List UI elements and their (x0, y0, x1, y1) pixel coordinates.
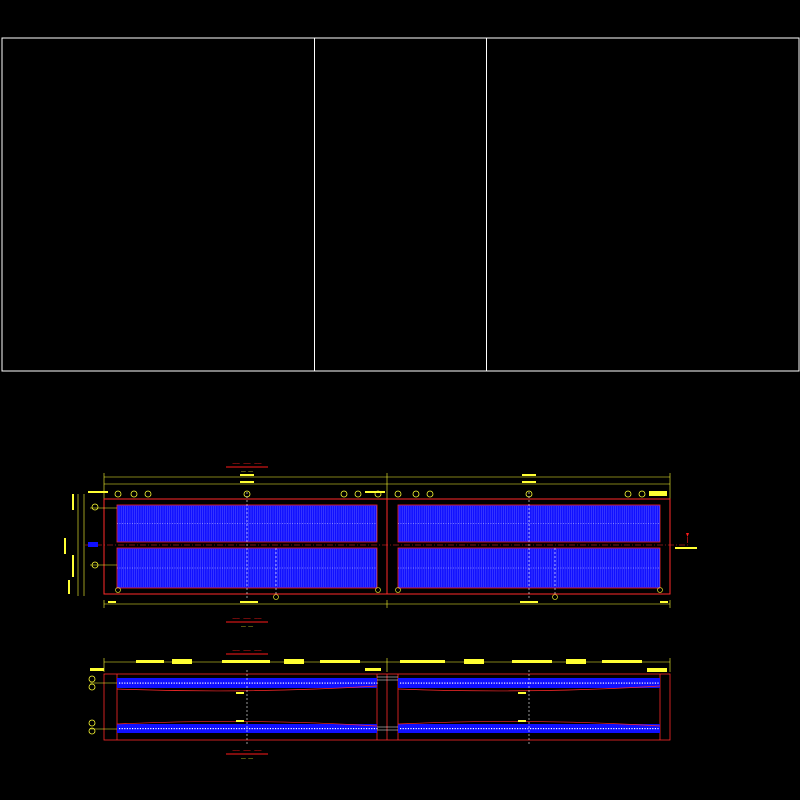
right-top-label (649, 491, 667, 496)
lower-plan-title: —— —— —— (233, 747, 262, 754)
cad-drawing-canvas: —— —— —— —— —— —— —— —— —— —— —— —— —— —… (0, 0, 800, 800)
lower-plan-header: —— —— —— (233, 647, 262, 654)
left-anchor-block (88, 542, 98, 547)
upper-plan-title: —— —— —— (233, 460, 262, 467)
mid-top-label (365, 491, 385, 493)
upper-plan-scale: —— —— (241, 469, 254, 474)
middle-plan-title: —— —— —— (233, 615, 262, 622)
lower-plan-scale: —— —— (241, 756, 254, 761)
middle-plan-scale: —— —— (241, 624, 254, 629)
right-axis-label (675, 547, 697, 549)
left-top-label (88, 491, 108, 493)
